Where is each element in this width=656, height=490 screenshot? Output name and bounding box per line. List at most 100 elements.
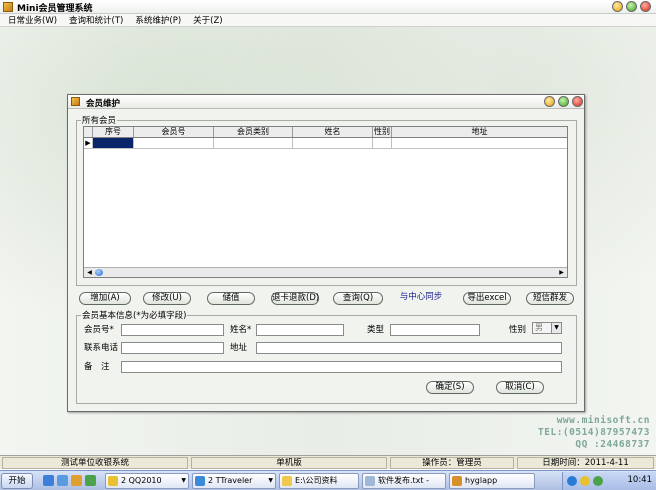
taskbar: 开始 2 QQ2010 ▼ 2 TTraveler ▼ E:\公司资料 软件发布… <box>0 470 656 490</box>
task-folder-label: E:\公司资料 <box>295 476 338 485</box>
sms-broadcast-button[interactable]: 短信群发 <box>526 292 574 305</box>
grid-header-indicator <box>84 127 93 137</box>
qq-tray-icon[interactable] <box>580 476 590 486</box>
dialog-minimize-button[interactable] <box>544 96 555 107</box>
grid-cell-name[interactable] <box>293 138 373 148</box>
status-operator: 操作员：管理员 <box>390 457 514 469</box>
confirm-button[interactable]: 确定(S) <box>426 381 474 394</box>
menubar: 日常业务(W) 查询和统计(T) 系统维护(P) 关于(Z) <box>0 14 656 27</box>
grid-header-member-no[interactable]: 会员号 <box>134 127 214 137</box>
remark-label: 备 注 <box>84 362 110 372</box>
edit-button[interactable]: 修改(U) <box>143 292 191 305</box>
app-icon <box>3 2 13 12</box>
gender-selected-value: 男 <box>535 323 543 332</box>
notepad-icon <box>365 476 375 486</box>
phone-input[interactable] <box>121 342 224 354</box>
chevron-down-icon: ▼ <box>181 477 186 484</box>
gender-label: 性别 <box>509 325 527 335</box>
table-row[interactable]: ▶ <box>84 138 567 149</box>
member-maintenance-dialog: 会员维护 所有会员 序号 会员号 会员类别 姓名 性别 地址 ▶ ◀ ▶ 增加(… <box>67 94 585 412</box>
grid-header: 序号 会员号 会员类别 姓名 性别 地址 <box>84 127 567 138</box>
grid-header-seq[interactable]: 序号 <box>93 127 134 137</box>
scroll-thumb[interactable] <box>95 269 103 276</box>
grid-header-address[interactable]: 地址 <box>392 127 567 137</box>
dialog-maximize-button[interactable] <box>558 96 569 107</box>
task-qq2010-label: 2 QQ2010 <box>121 476 162 485</box>
recharge-button[interactable]: 储值 <box>207 292 255 305</box>
branding-qq: QQ :24468737 <box>575 439 650 450</box>
name-input[interactable] <box>256 324 344 336</box>
system-tray: 10:41 <box>562 472 656 490</box>
window-controls <box>612 1 651 12</box>
volume-icon[interactable] <box>593 476 603 486</box>
member-info-group-label: 会员基本信息(*为必填字段) <box>82 311 187 321</box>
grid-cell-member-no[interactable] <box>134 138 214 148</box>
refund-button[interactable]: 退卡退款(D) <box>271 292 319 305</box>
chevron-down-icon[interactable]: ▼ <box>551 323 561 333</box>
desktop-icon[interactable] <box>57 475 68 486</box>
dialog-close-button[interactable] <box>572 96 583 107</box>
phone-label: 联系电话 <box>84 343 119 353</box>
type-label: 类型 <box>367 325 385 335</box>
grid-cell-seq[interactable] <box>93 138 134 148</box>
sync-button[interactable]: 与中心同步 <box>395 292 447 305</box>
menu-query-statistics[interactable]: 查询和统计(T) <box>69 14 123 26</box>
name-label: 姓名* <box>230 325 252 335</box>
dialog-titlebar: 会员维护 <box>68 95 584 109</box>
menu-system-maintenance[interactable]: 系统维护(P) <box>135 14 181 26</box>
branding-tel: TEL:(0514)87957473 <box>538 427 650 438</box>
branding-site: www.minisoft.cn <box>556 415 650 426</box>
member-no-input[interactable] <box>121 324 224 336</box>
grid-cell-member-type[interactable] <box>214 138 293 148</box>
chevron-down-icon: ▼ <box>268 477 273 484</box>
grid-header-name[interactable]: 姓名 <box>293 127 373 137</box>
folder-icon <box>282 476 292 486</box>
task-notepad-label: 软件发布.txt - <box>378 476 429 485</box>
browser-icon <box>195 476 205 486</box>
minimize-button[interactable] <box>612 1 623 12</box>
row-indicator-icon: ▶ <box>84 138 93 148</box>
quicklaunch-icon[interactable] <box>85 475 96 486</box>
app-title: Mini会员管理系统 <box>17 4 93 14</box>
app-icon <box>452 476 462 486</box>
task-hyglapp-label: hyglapp <box>465 476 498 485</box>
gender-select[interactable]: 男 ▼ <box>532 322 562 334</box>
grid-horizontal-scrollbar[interactable]: ◀ ▶ <box>84 267 567 277</box>
status-date: 日期时间：2011-4-11 <box>517 457 654 469</box>
scroll-right-icon[interactable]: ▶ <box>557 268 566 277</box>
task-qq2010[interactable]: 2 QQ2010 ▼ <box>105 473 189 489</box>
grid-header-member-type[interactable]: 会员类别 <box>214 127 293 137</box>
status-unit: 测试单位收银系统 <box>2 457 188 469</box>
add-button[interactable]: 增加(A) <box>79 292 131 305</box>
ie-icon[interactable] <box>43 475 54 486</box>
task-folder[interactable]: E:\公司资料 <box>279 473 359 489</box>
action-buttons: 增加(A) 修改(U) 储值 退卡退款(D) 查询(Q) 与中心同步 导出exc… <box>77 292 577 306</box>
export-excel-button[interactable]: 导出excel <box>463 292 511 305</box>
task-notepad[interactable]: 软件发布.txt - <box>362 473 446 489</box>
menu-daily-business[interactable]: 日常业务(W) <box>8 14 57 26</box>
start-button[interactable]: 开始 <box>1 473 33 489</box>
statusbar: 测试单位收银系统 单机版 操作员：管理员 日期时间：2011-4-11 <box>0 455 656 469</box>
grid-cell-gender[interactable] <box>373 138 392 148</box>
network-icon[interactable] <box>567 476 577 486</box>
explorer-icon[interactable] <box>71 475 82 486</box>
task-ttraveler[interactable]: 2 TTraveler ▼ <box>192 473 276 489</box>
clock[interactable]: 10:41 <box>628 475 653 485</box>
cancel-button[interactable]: 取消(C) <box>496 381 544 394</box>
maximize-button[interactable] <box>626 1 637 12</box>
members-grid[interactable]: 序号 会员号 会员类别 姓名 性别 地址 ▶ ◀ ▶ <box>83 126 568 278</box>
dialog-window-controls <box>544 96 583 107</box>
grid-cell-address[interactable] <box>392 138 567 148</box>
menu-about[interactable]: 关于(Z) <box>193 14 222 26</box>
query-button[interactable]: 查询(Q) <box>333 292 383 305</box>
dialog-title: 会员维护 <box>86 99 121 109</box>
address-label: 地址 <box>230 343 248 353</box>
type-input[interactable] <box>390 324 480 336</box>
remark-input[interactable] <box>121 361 562 373</box>
branding: www.minisoft.cn TEL:(0514)87957473 QQ :2… <box>538 415 650 451</box>
grid-header-gender[interactable]: 性别 <box>373 127 392 137</box>
address-input[interactable] <box>256 342 562 354</box>
scroll-left-icon[interactable]: ◀ <box>85 268 94 277</box>
close-button[interactable] <box>640 1 651 12</box>
task-hyglapp[interactable]: hyglapp <box>449 473 535 489</box>
